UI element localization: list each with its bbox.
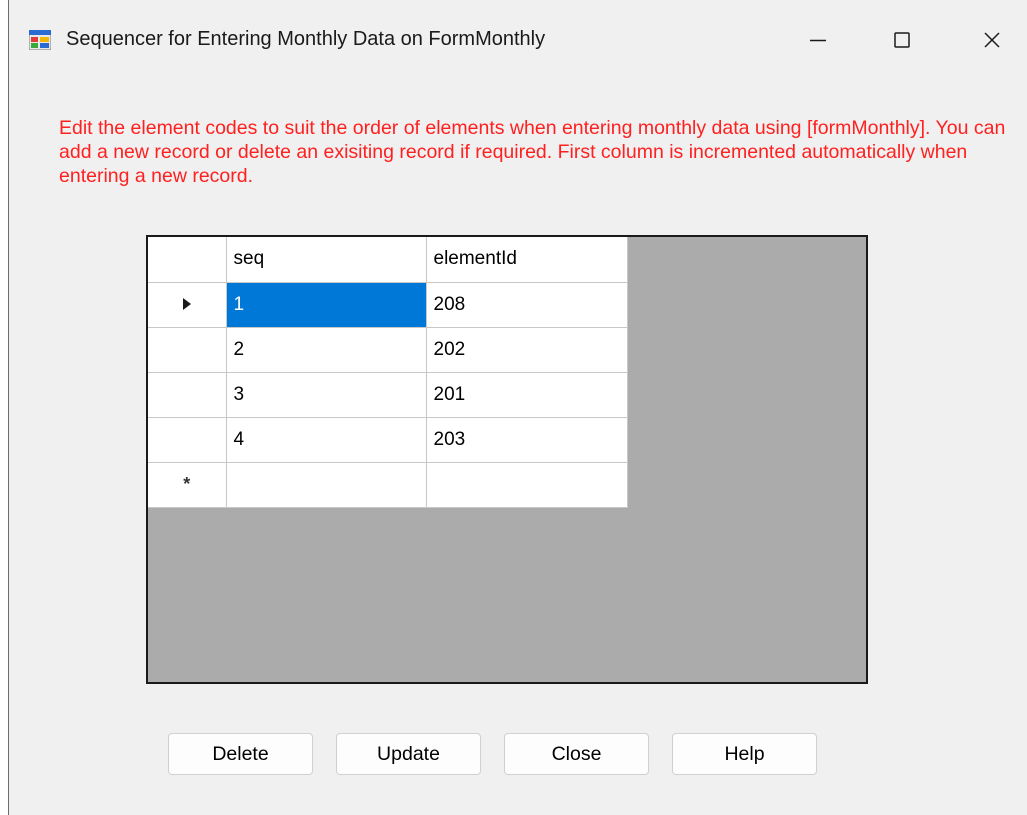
new-record-row[interactable]: * (148, 462, 628, 508)
current-row-arrow-icon (182, 297, 191, 310)
table-row[interactable]: 4 203 (148, 417, 628, 463)
delete-button[interactable]: Delete (168, 733, 313, 775)
row-header[interactable]: * (148, 462, 227, 508)
row-header[interactable] (148, 327, 227, 373)
maximize-icon (894, 32, 910, 48)
row-header[interactable] (148, 417, 227, 463)
cell-elementid[interactable]: 203 (426, 417, 628, 463)
new-row-marker: * (183, 473, 191, 494)
row-header[interactable] (148, 282, 227, 328)
cell-elementid[interactable]: 208 (426, 282, 628, 328)
cell-seq[interactable]: 2 (226, 327, 427, 373)
help-button[interactable]: Help (672, 733, 817, 775)
minimize-icon (810, 39, 826, 42)
app-form-icon (29, 30, 51, 50)
sequence-data-grid[interactable]: seq elementId 1 208 2 202 3 201 4 203 * (146, 235, 868, 684)
column-header-elementid[interactable]: elementId (426, 237, 628, 283)
window-title: Sequencer for Entering Monthly Data on F… (66, 28, 546, 50)
cell-seq-new[interactable] (226, 462, 427, 508)
cell-seq[interactable]: 1 (226, 282, 427, 328)
maximize-button[interactable] (879, 18, 925, 62)
cell-elementid[interactable]: 201 (426, 372, 628, 418)
update-button[interactable]: Update (336, 733, 481, 775)
sequencer-window: Sequencer for Entering Monthly Data on F… (8, 0, 1027, 815)
cell-elementid[interactable]: 202 (426, 327, 628, 373)
close-button[interactable]: Close (504, 733, 649, 775)
minimize-button[interactable] (795, 18, 841, 62)
cell-elementid-new[interactable] (426, 462, 628, 508)
title-bar[interactable]: Sequencer for Entering Monthly Data on F… (9, 0, 1027, 80)
column-header-seq[interactable]: seq (226, 237, 427, 283)
instructions-label: Edit the element codes to suit the order… (59, 117, 1006, 187)
cell-seq[interactable]: 3 (226, 372, 427, 418)
grid-corner-header[interactable] (148, 237, 227, 283)
close-window-button[interactable] (969, 18, 1015, 62)
table-row[interactable]: 1 208 (148, 282, 628, 328)
row-header[interactable] (148, 372, 227, 418)
cell-seq[interactable]: 4 (226, 417, 427, 463)
table-row[interactable]: 3 201 (148, 372, 628, 418)
grid-header-row: seq elementId (148, 237, 628, 283)
table-row[interactable]: 2 202 (148, 327, 628, 373)
close-icon (984, 32, 1000, 48)
